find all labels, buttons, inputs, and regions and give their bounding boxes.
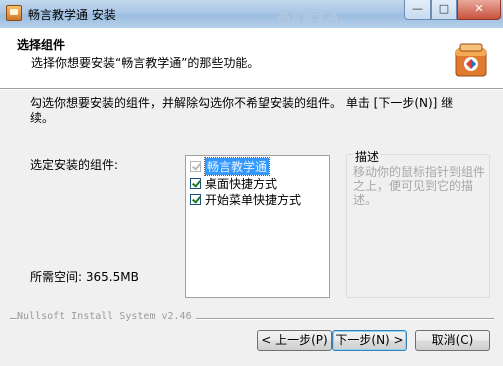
cancel-button[interactable]: 取消(C) [415,330,490,351]
back-button[interactable]: < 上一步(P) [257,330,332,351]
instructions-text: 勾选你想要安装的组件，并解除勾选你不希望安装的组件。 单击 [下一步(N)] 继… [30,96,454,125]
page-header: 选择组件 选择你想要安装“畅言教学通”的那些功能。 [0,28,503,88]
page-title: 选择组件 [17,38,66,52]
installer-box-icon [455,43,487,77]
description-title: 描述 [353,148,382,165]
background-window-title: 畅言教学通 [278,11,339,25]
component-label: 桌面快捷方式 [205,176,278,191]
component-label: 畅言教学通 [203,156,271,176]
component-item-startmenu-shortcut[interactable]: 开始菜单快捷方式 [190,191,301,207]
maximize-button[interactable]: □ [431,0,457,20]
component-item-main[interactable]: 畅言教学通 [190,156,271,176]
title-bar[interactable]: 畅言教学通 安装 畅言教学通 — □ ✕ [0,0,503,29]
description-text: 移动你的鼠标指针到组件之上，便可见到它的描述。 [353,165,486,207]
page-subtitle: 选择你想要安装“畅言教学通”的那些功能。 [31,56,260,70]
app-icon [6,5,22,21]
window-title: 畅言教学通 安装 [28,8,116,22]
installer-window: 畅言教学通 安装 畅言教学通 — □ ✕ 选择组件 选择你想要安装“畅言教学通”… [0,0,503,366]
checkbox-icon[interactable] [190,177,201,189]
close-button[interactable]: ✕ [457,0,501,20]
branding-text: Nullsoft Install System v2.46 [17,311,196,322]
checkbox-icon [190,160,201,172]
space-required-label: 所需空间: 365.5MB [30,270,139,284]
components-tree[interactable]: 畅言教学通 桌面快捷方式 开始菜单快捷方式 [185,155,330,298]
component-item-desktop-shortcut[interactable]: 桌面快捷方式 [190,175,277,191]
minimize-button[interactable]: — [404,0,431,20]
checkbox-icon[interactable] [190,193,201,205]
component-label: 开始菜单快捷方式 [205,192,302,207]
components-label: 选定安装的组件: [30,158,119,172]
header-divider [0,88,503,90]
next-button[interactable]: 下一步(N) > [332,330,407,351]
